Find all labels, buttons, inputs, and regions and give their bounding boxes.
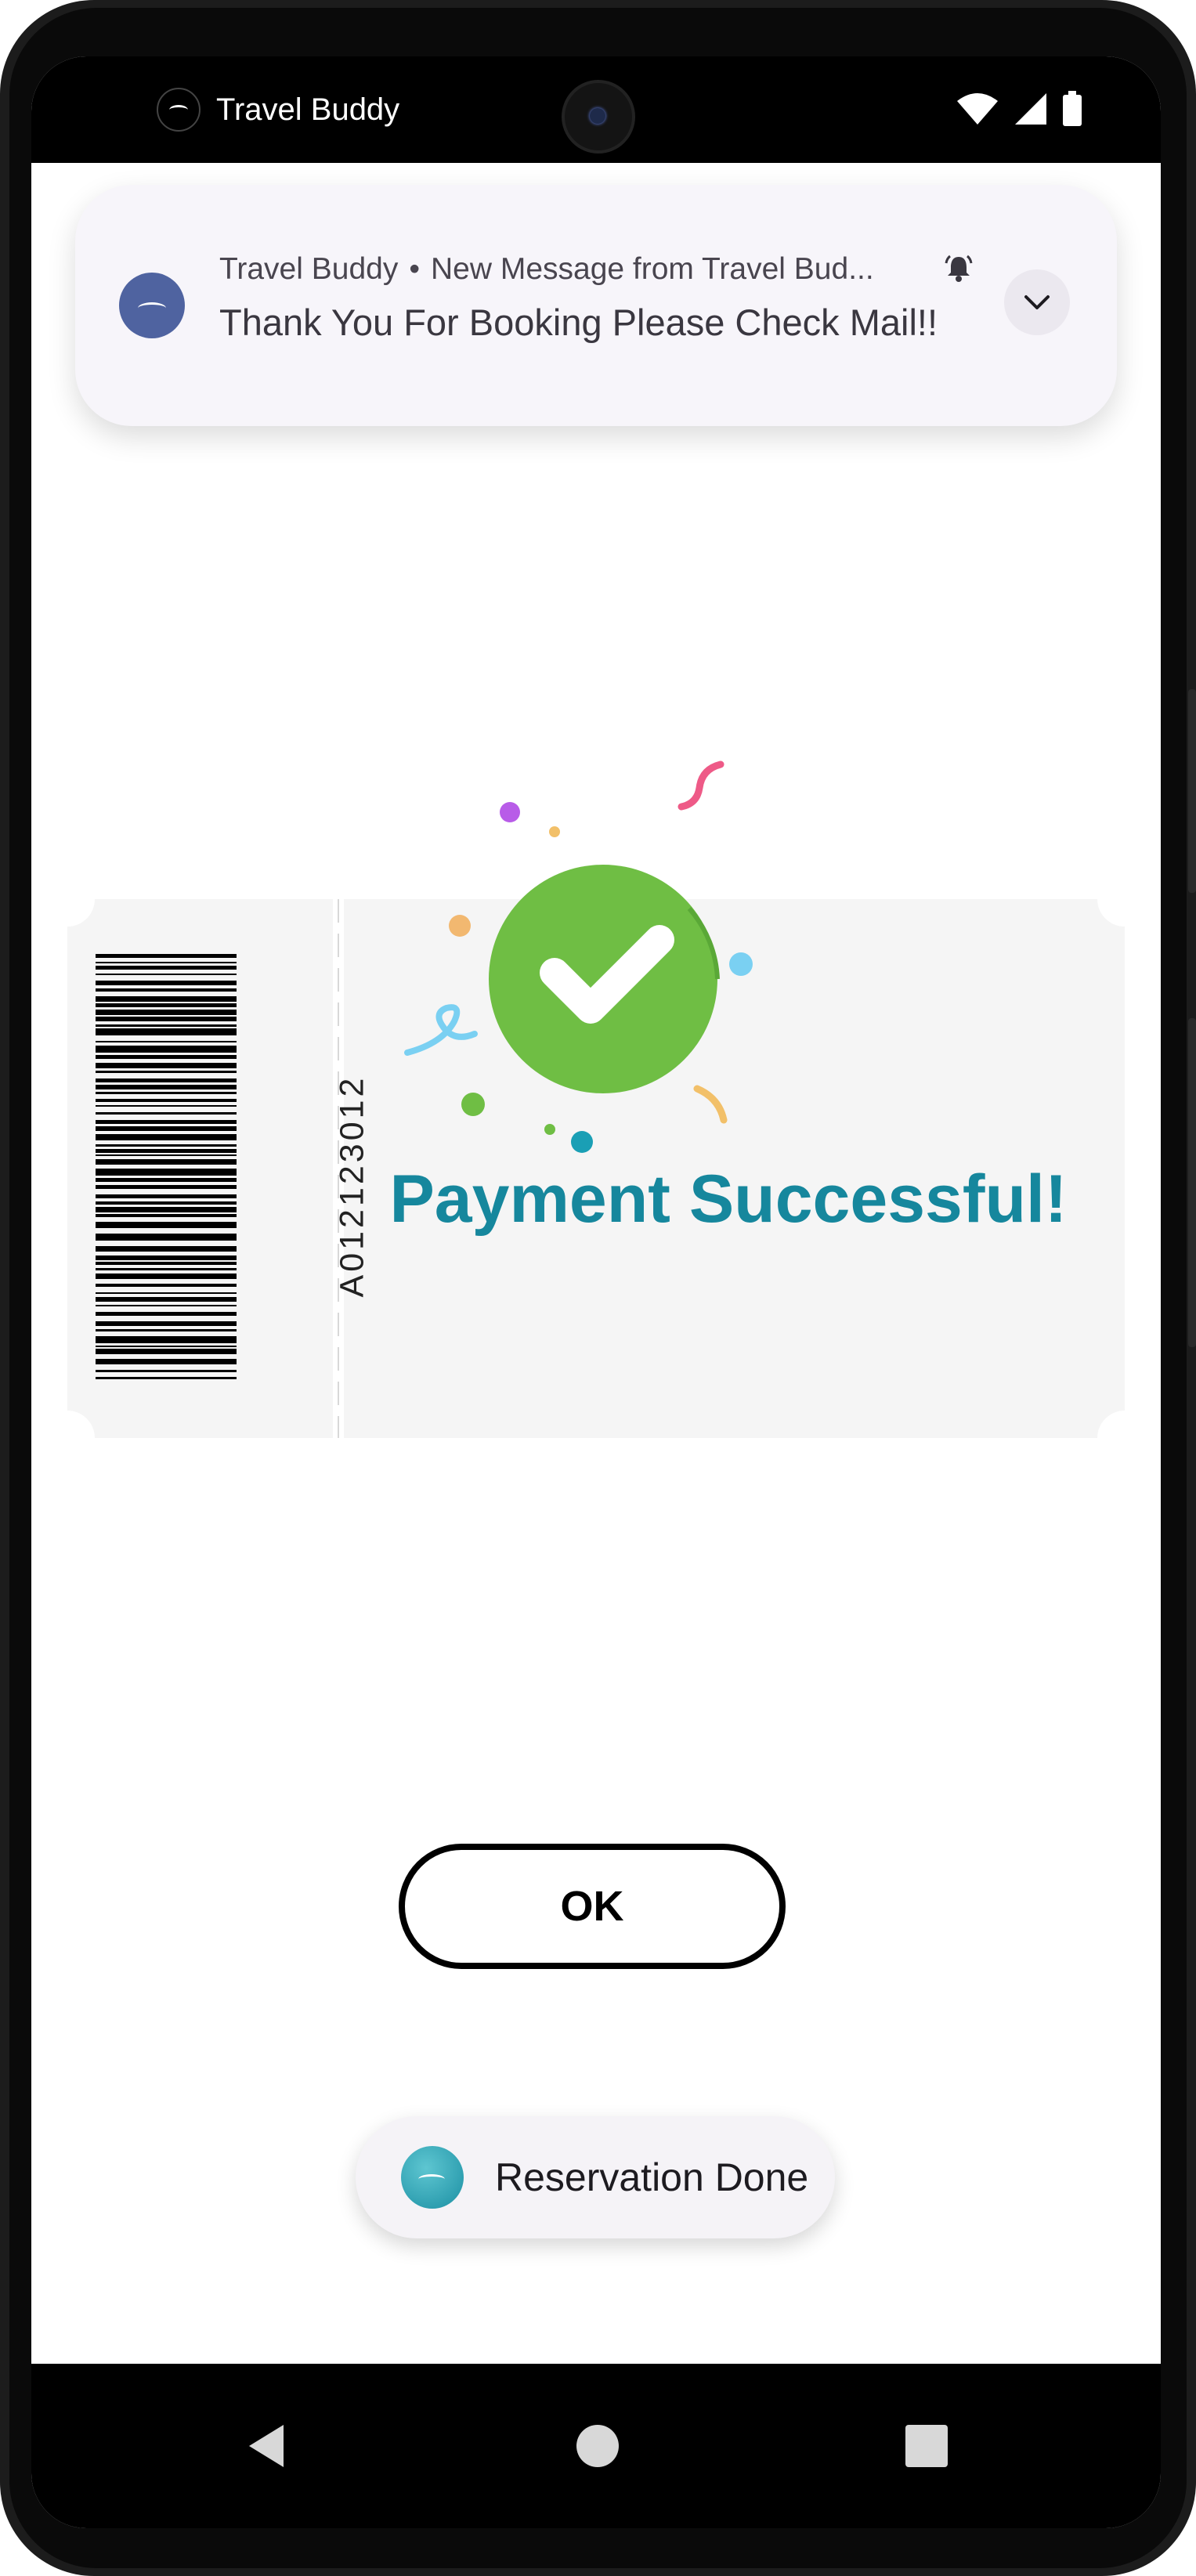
chevron-down-icon [1024, 295, 1050, 309]
barcode-bar [96, 1359, 237, 1364]
notification-separator: • [409, 252, 420, 286]
barcode-bar [96, 1194, 237, 1198]
barcode-bar [96, 1105, 237, 1107]
barcode-bar [96, 1063, 237, 1068]
barcode-bar [96, 1312, 237, 1316]
barcode-bar [96, 1201, 237, 1205]
app-logo-icon [157, 88, 201, 132]
barcode-bar [96, 1305, 237, 1306]
status-icons [956, 91, 1082, 127]
barcode-bar [96, 962, 237, 963]
barcode-bar [96, 1214, 237, 1217]
notification-app-icon [119, 273, 185, 338]
barcode-bar [96, 1207, 237, 1212]
ok-button[interactable]: OK [399, 1844, 786, 1969]
barcode-bar [96, 1349, 237, 1354]
barcode-bar [96, 1112, 237, 1115]
phone-frame: Travel Buddy Travel Buddy • New Message … [0, 0, 1196, 2576]
barcode-bar [96, 996, 237, 1002]
barcode-bar [96, 1377, 237, 1379]
barcode-bar [96, 1255, 237, 1260]
notification-card[interactable]: Travel Buddy • New Message from Travel B… [75, 185, 1117, 426]
notification-app-name: Travel Buddy [219, 252, 399, 286]
barcode-bar [96, 1185, 237, 1189]
barcode-bar [96, 1178, 237, 1182]
payment-success-illustration [404, 761, 753, 1153]
barcode-bar [96, 1284, 237, 1287]
barcode-bar [96, 1268, 237, 1270]
battery-icon [1063, 91, 1082, 126]
barcode-bar [96, 1154, 237, 1156]
barcode-bar [96, 1292, 237, 1294]
barcode [96, 954, 237, 1379]
barcode-bar [96, 966, 237, 970]
barcode-bar [96, 1078, 237, 1082]
back-icon[interactable] [244, 2422, 293, 2470]
ticket-notch [1097, 872, 1152, 927]
barcode-bar [96, 1071, 237, 1073]
barcode-bar [96, 1003, 237, 1007]
barcode-bar [96, 1028, 237, 1035]
barcode-bar [96, 1120, 237, 1124]
barcode-bar [96, 1246, 237, 1252]
status-app: Travel Buddy [157, 88, 399, 132]
barcode-bar [96, 1234, 237, 1241]
barcode-bar [96, 1099, 237, 1102]
toast-text: Reservation Done [495, 2155, 809, 2199]
status-bar: Travel Buddy [31, 56, 1161, 163]
barcode-bar [96, 1297, 237, 1302]
front-camera [562, 80, 635, 154]
barcode-bar [96, 954, 237, 958]
barcode-bar [96, 1092, 237, 1094]
barcode-bar [96, 1321, 237, 1326]
barcode-bar [96, 1134, 237, 1140]
recents-icon[interactable] [902, 2422, 951, 2470]
barcode-bar [96, 974, 237, 975]
ticket-notch [40, 1411, 95, 1465]
barcode-bar [96, 1055, 237, 1059]
barcode-bar [96, 1126, 237, 1131]
barcode-bar [96, 1024, 237, 1027]
payment-status-title: Payment Successful! [389, 1162, 1068, 1237]
wifi-icon [957, 93, 998, 125]
toast-app-icon [401, 2146, 464, 2209]
signal-icon [1015, 93, 1046, 125]
ticket-notch [1097, 1411, 1152, 1465]
barcode-bar [96, 1041, 237, 1042]
barcode-bar [96, 1159, 237, 1165]
barcode-bar [96, 1169, 237, 1176]
notification-message: Thank You For Booking Please Check Mail!… [219, 302, 938, 343]
barcode-bar [96, 1336, 237, 1343]
notification-title: New Message from Travel Bud... [430, 252, 874, 286]
barcode-bar [96, 1370, 237, 1372]
navigation-bar [31, 2364, 1161, 2528]
barcode-bar [96, 1046, 237, 1053]
barcode-bar [96, 1149, 237, 1153]
screen: Travel Buddy Travel Buddy • New Message … [31, 56, 1161, 2528]
barcode-bar [96, 1222, 237, 1228]
alert-bell-icon [943, 252, 974, 287]
barcode-bar [96, 981, 237, 985]
volume-button [1188, 1018, 1196, 1347]
home-icon[interactable] [573, 2422, 622, 2470]
status-app-name: Travel Buddy [216, 92, 400, 127]
barcode-bar [96, 1010, 237, 1015]
ticket-notch [40, 872, 95, 927]
barcode-bar [96, 1017, 237, 1021]
barcode-bar [96, 1085, 237, 1089]
barcode-bar [96, 1346, 237, 1347]
barcode-bar [96, 988, 237, 992]
power-button [1188, 689, 1196, 893]
barcode-bar [96, 1262, 237, 1265]
toast-message: Reservation Done [356, 2116, 835, 2238]
barcode-bar [96, 1329, 237, 1331]
barcode-bar [96, 1274, 237, 1279]
expand-notification-button[interactable] [1004, 269, 1070, 335]
notification-header: Travel Buddy • New Message from Travel B… [219, 252, 874, 287]
barcode-bar [96, 1144, 237, 1147]
